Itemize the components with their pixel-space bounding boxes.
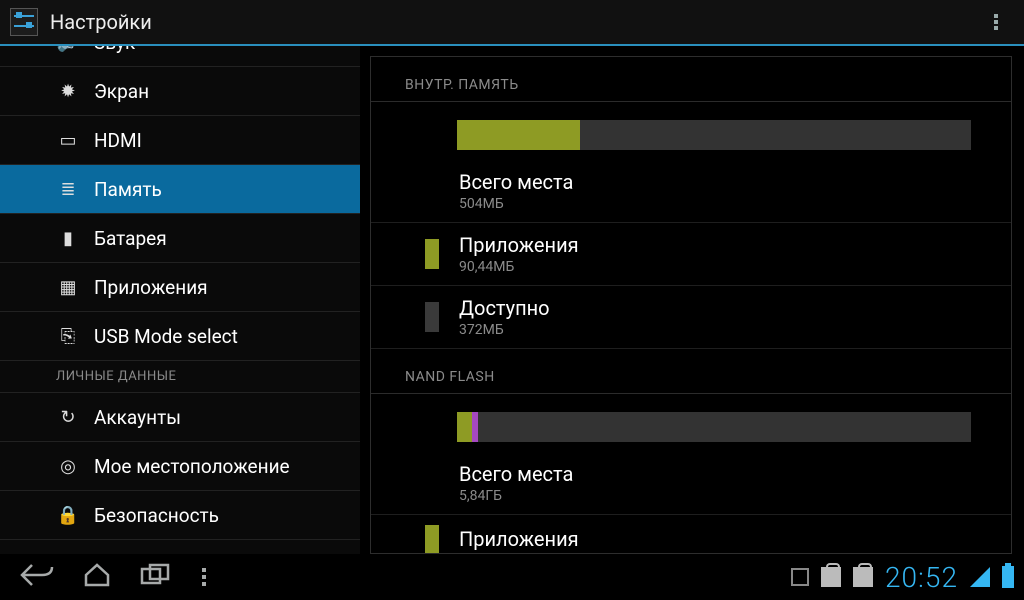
action-bar: Настройки [0,0,1024,46]
storage-swatch [425,468,439,498]
storage-row-title: Доступно [459,296,550,320]
wifi-icon [970,567,990,587]
nav-more-icon[interactable] [202,568,206,586]
sidebar-item-apps[interactable]: ▦ Приложения [0,263,360,312]
sidebar-item-label: USB Mode select [94,325,238,348]
storage-usage-bar[interactable] [457,120,971,150]
storage-usage-bar[interactable] [457,412,971,442]
hdmi-icon: ▭ [56,128,80,152]
accounts-icon: ↻ [56,405,80,429]
storage-icon: ≣ [56,177,80,201]
sidebar-section-header-personal: ЛИЧНЫЕ ДАННЫЕ [0,361,360,393]
sidebar-item-label: Память [94,178,162,201]
overflow-menu-icon[interactable] [984,10,1008,34]
storage-bar-segment [472,412,477,442]
location-icon: ◎ [56,454,80,478]
sidebar-item-security[interactable]: 🔒 Безопасность [0,491,360,540]
sidebar-item-label: Экран [94,80,149,103]
notification-icon-3 [853,567,873,587]
sidebar-item-label: Мое местоположение [94,455,290,478]
sidebar-item-label: Аккаунты [94,406,181,429]
sidebar-item-label: Приложения [94,276,208,299]
storage-swatch [425,302,439,332]
battery-icon: ▮ [56,226,80,250]
sidebar-item-usb-mode[interactable]: ⎘ USB Mode select [0,312,360,361]
clock: 20:52 [885,561,958,594]
storage-row[interactable]: Приложения [371,515,1011,554]
sidebar-item-sound[interactable]: 🔊 Звук [0,46,360,67]
back-button[interactable] [20,563,54,591]
storage-swatch [425,176,439,206]
settings-sidebar: 🔊 Звук ✹ Экран ▭ HDMI ≣ Память ▮ Батарея ▦ Приложен… [0,46,360,554]
sound-icon: 🔊 [56,46,80,54]
storage-row-subtitle: 504МБ [459,196,573,212]
usb-mode-icon: ⎘ [56,324,80,348]
storage-section-title: ВНУТР. ПАМЯТЬ [371,57,1011,102]
storage-bar-segment [457,120,580,150]
security-icon: 🔒 [56,503,80,527]
storage-row[interactable]: Всего места 504МБ [371,160,1011,223]
storage-row[interactable]: Всего места 5,84ГБ [371,452,1011,515]
settings-icon [10,8,38,36]
sidebar-item-label: Звук [94,46,135,54]
storage-row-title: Приложения [459,233,579,257]
sidebar-item-hdmi[interactable]: ▭ HDMI [0,116,360,165]
notification-icon-1 [791,568,809,586]
sidebar-item-accounts[interactable]: ↻ Аккаунты [0,393,360,442]
storage-row-title: Всего места [459,170,573,194]
home-button[interactable] [82,563,112,591]
sidebar-item-battery[interactable]: ▮ Батарея [0,214,360,263]
storage-row[interactable]: Доступно 372МБ [371,286,1011,349]
page-title: Настройки [50,10,152,34]
sidebar-item-storage[interactable]: ≣ Память [0,165,360,214]
storage-bar-segment [457,412,472,442]
sidebar-item-label: Батарея [94,227,167,250]
storage-row-subtitle: 90,44МБ [459,259,579,275]
notification-icon-2 [821,567,841,587]
sidebar-item-display[interactable]: ✹ Экран [0,67,360,116]
system-navbar: 20:52 [0,554,1024,600]
storage-section-title: NAND FLASH [371,349,1011,394]
status-area[interactable]: 20:52 [791,561,1014,594]
storage-row-title: Приложения [459,527,579,551]
storage-swatch [425,525,439,554]
sidebar-item-label: Безопасность [94,504,219,527]
sidebar-item-label: HDMI [94,129,142,152]
sidebar-item-location[interactable]: ◎ Мое местоположение [0,442,360,491]
storage-row-title: Всего места [459,462,573,486]
storage-swatch [425,239,439,269]
battery-icon [1002,566,1014,588]
recents-button[interactable] [140,563,174,591]
storage-row-subtitle: 372МБ [459,322,550,338]
storage-row[interactable]: Приложения 90,44МБ [371,223,1011,286]
storage-row-subtitle: 5,84ГБ [459,488,573,504]
apps-icon: ▦ [56,275,80,299]
display-icon: ✹ [56,79,80,103]
storage-panel: ВНУТР. ПАМЯТЬ Всего места 504МБ Приложения 9… [370,56,1012,554]
